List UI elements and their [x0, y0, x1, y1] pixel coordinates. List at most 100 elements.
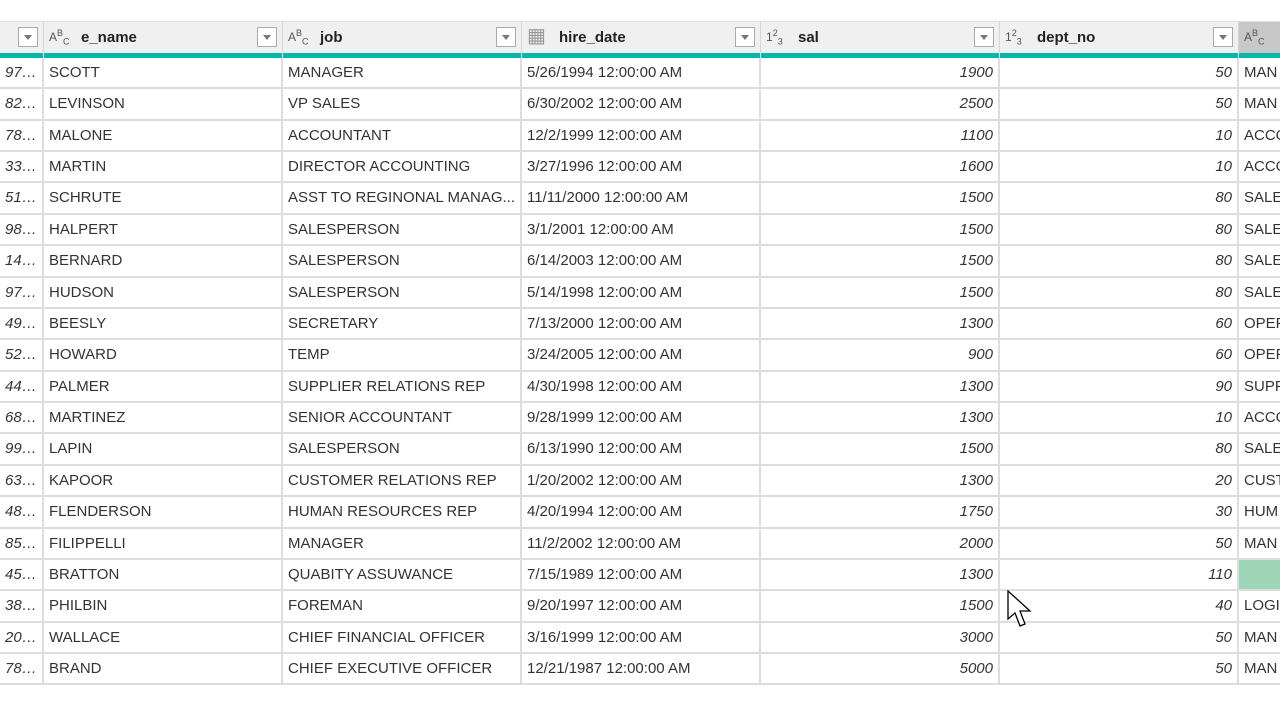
cell-e_name[interactable]: WALLACE: [44, 622, 283, 655]
column-header-e_name[interactable]: ABC e_name: [44, 21, 283, 53]
cell-job[interactable]: SALESPERSON: [283, 434, 522, 466]
cell-e_name[interactable]: HUDSON: [44, 277, 283, 309]
cell-col6[interactable]: HUM: [1239, 497, 1280, 529]
cell-col0[interactable]: 4858: [0, 497, 44, 529]
cell-col0[interactable]: 9759: [0, 58, 44, 90]
cell-job[interactable]: ACCOUNTANT: [283, 120, 522, 153]
cell-hire_date[interactable]: 7/15/1989 12:00:00 AM: [522, 559, 761, 592]
cell-dept_no[interactable]: 80: [1000, 277, 1239, 309]
cell-col6[interactable]: OPEF: [1239, 340, 1280, 372]
cell-sal[interactable]: 5000: [761, 654, 1000, 686]
cell-col0[interactable]: 4518: [0, 559, 44, 592]
cell-col6[interactable]: SUPP: [1239, 372, 1280, 404]
cell-hire_date[interactable]: 3/27/1996 12:00:00 AM: [522, 152, 761, 184]
cell-e_name[interactable]: BEESLY: [44, 308, 283, 341]
cell-job[interactable]: SENIOR ACCOUNTANT: [283, 403, 522, 435]
text-type-icon[interactable]: ABC: [49, 28, 70, 46]
cell-job[interactable]: SALESPERSON: [283, 246, 522, 278]
filter-dropdown-button[interactable]: [735, 27, 755, 47]
number-type-icon[interactable]: 123: [1005, 28, 1022, 46]
filter-dropdown-button[interactable]: [18, 27, 38, 47]
cell-col0[interactable]: 3891: [0, 591, 44, 623]
cell-col0[interactable]: 3304: [0, 152, 44, 184]
cell-hire_date[interactable]: 9/28/1999 12:00:00 AM: [522, 403, 761, 435]
text-type-icon[interactable]: ABC: [1244, 28, 1265, 46]
cell-col0[interactable]: 9844: [0, 214, 44, 247]
cell-sal[interactable]: 1300: [761, 403, 1000, 435]
cell-hire_date[interactable]: 12/21/1987 12:00:00 AM: [522, 654, 761, 686]
cell-dept_no[interactable]: 80: [1000, 214, 1239, 247]
cell-hire_date[interactable]: 11/11/2000 12:00:00 AM: [522, 183, 761, 215]
cell-col0[interactable]: 9909: [0, 434, 44, 466]
cell-col0[interactable]: 5156: [0, 183, 44, 215]
cell-hire_date[interactable]: 6/30/2002 12:00:00 AM: [522, 89, 761, 121]
cell-dept_no[interactable]: 10: [1000, 403, 1239, 435]
datetime-type-icon[interactable]: ▦: [527, 23, 546, 48]
cell-dept_no[interactable]: 80: [1000, 434, 1239, 466]
cell-col0[interactable]: 6811: [0, 403, 44, 435]
cell-sal[interactable]: 900: [761, 340, 1000, 372]
cell-col6[interactable]: SALE: [1239, 183, 1280, 215]
cell-job[interactable]: CUSTOMER RELATIONS REP: [283, 465, 522, 498]
cell-col6[interactable]: ACCO: [1239, 121, 1280, 153]
cell-job[interactable]: CHIEF FINANCIAL OFFICER: [283, 622, 522, 655]
cell-e_name[interactable]: FILIPPELLI: [44, 528, 283, 560]
cell-dept_no[interactable]: 50: [1000, 58, 1239, 90]
cell-job[interactable]: MANAGER: [283, 58, 522, 90]
cell-e_name[interactable]: LAPIN: [44, 434, 283, 466]
filter-dropdown-button[interactable]: [496, 27, 516, 47]
cell-col6[interactable]: CUST: [1239, 466, 1280, 498]
cell-job[interactable]: QUABITY ASSUWANCE: [283, 559, 522, 592]
cell-e_name[interactable]: PALMER: [44, 371, 283, 404]
cell-job[interactable]: ASST TO REGINONAL MANAG...: [283, 183, 522, 215]
cell-sal[interactable]: 1100: [761, 120, 1000, 153]
cell-job[interactable]: TEMP: [283, 340, 522, 372]
cell-hire_date[interactable]: 6/14/2003 12:00:00 AM: [522, 246, 761, 278]
cell-sal[interactable]: 1900: [761, 58, 1000, 90]
column-header-dept_no[interactable]: 123 dept_no: [1000, 21, 1239, 53]
cell-hire_date[interactable]: 7/13/2000 12:00:00 AM: [522, 308, 761, 341]
cell-dept_no[interactable]: 10: [1000, 152, 1239, 184]
cell-dept_no[interactable]: 80: [1000, 183, 1239, 215]
cell-e_name[interactable]: SCHRUTE: [44, 183, 283, 215]
cell-job[interactable]: DIRECTOR ACCOUNTING: [283, 152, 522, 184]
cell-col0[interactable]: 7852: [0, 654, 44, 686]
cell-col6[interactable]: ACCO: [1239, 403, 1280, 435]
cell-sal[interactable]: 2500: [761, 89, 1000, 121]
cell-job[interactable]: HUMAN RESOURCES REP: [283, 497, 522, 529]
cell-hire_date[interactable]: 11/2/2002 12:00:00 AM: [522, 528, 761, 560]
cell-dept_no[interactable]: 20: [1000, 465, 1239, 498]
cell-sal[interactable]: 1750: [761, 497, 1000, 529]
cell-hire_date[interactable]: 4/30/1998 12:00:00 AM: [522, 371, 761, 404]
cell-dept_no[interactable]: 30: [1000, 497, 1239, 529]
cell-e_name[interactable]: HOWARD: [44, 340, 283, 372]
cell-col0[interactable]: 2029: [0, 622, 44, 655]
cell-sal[interactable]: 1500: [761, 591, 1000, 623]
filter-dropdown-button[interactable]: [974, 27, 994, 47]
cell-col0[interactable]: 9735: [0, 277, 44, 309]
cell-hire_date[interactable]: 4/20/1994 12:00:00 AM: [522, 497, 761, 529]
filter-dropdown-button[interactable]: [1213, 27, 1233, 47]
cell-col0[interactable]: 4460: [0, 371, 44, 404]
cell-dept_no[interactable]: 50: [1000, 89, 1239, 121]
cell-col6[interactable]: SALE: [1239, 278, 1280, 309]
cell-hire_date[interactable]: 9/20/1997 12:00:00 AM: [522, 591, 761, 623]
cell-sal[interactable]: 1500: [761, 183, 1000, 215]
cell-job[interactable]: FOREMAN: [283, 591, 522, 623]
cell-dept_no[interactable]: 90: [1000, 371, 1239, 404]
cell-sal[interactable]: 2000: [761, 528, 1000, 560]
cell-dept_no[interactable]: 10: [1000, 120, 1239, 153]
cell-job[interactable]: VP SALES: [283, 89, 522, 121]
cell-e_name[interactable]: BRATTON: [44, 559, 283, 592]
cell-sal[interactable]: 1300: [761, 559, 1000, 592]
cell-col6[interactable]: MAN: [1239, 529, 1280, 560]
cell-sal[interactable]: 1500: [761, 434, 1000, 466]
cell-e_name[interactable]: MALONE: [44, 120, 283, 153]
cell-col0[interactable]: 4965: [0, 308, 44, 341]
cell-dept_no[interactable]: 50: [1000, 654, 1239, 686]
cell-sal[interactable]: 3000: [761, 622, 1000, 655]
cell-hire_date[interactable]: 12/2/1999 12:00:00 AM: [522, 120, 761, 153]
cell-col0[interactable]: 7870: [0, 120, 44, 153]
cell-e_name[interactable]: HALPERT: [44, 214, 283, 247]
cell-hire_date[interactable]: 1/20/2002 12:00:00 AM: [522, 465, 761, 498]
